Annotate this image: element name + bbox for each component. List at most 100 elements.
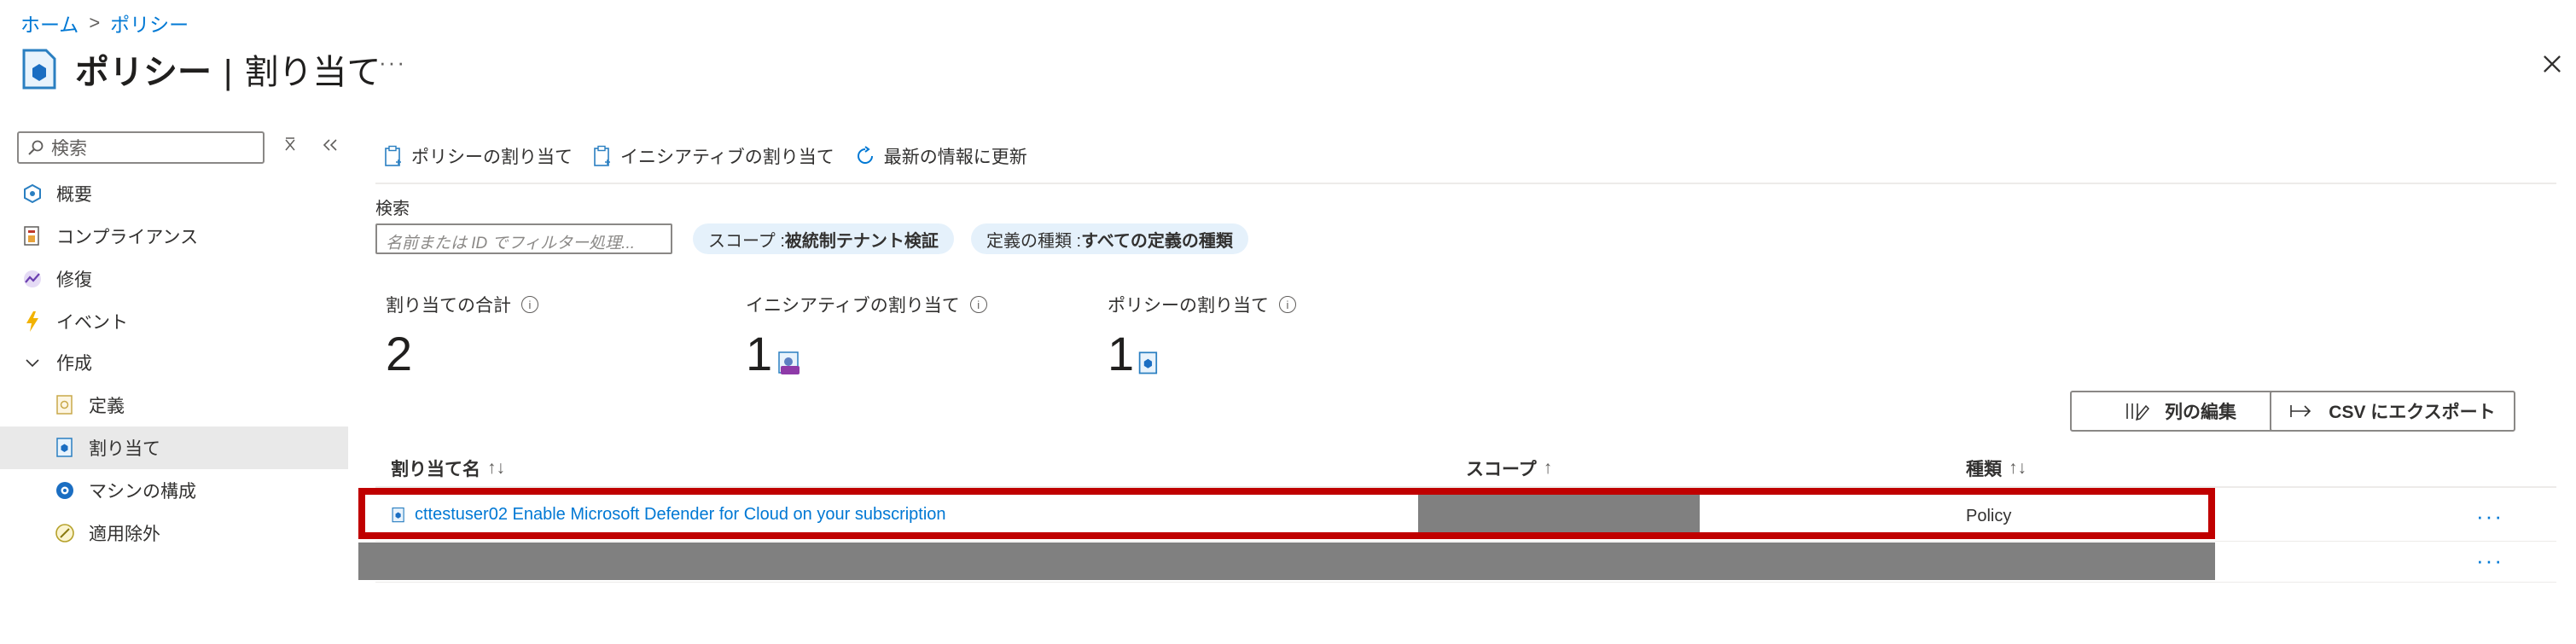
sidebar-item-compliance[interactable]: コンプライアンス	[0, 215, 348, 258]
initiative-icon	[778, 351, 800, 374]
stat-value-text: 2	[386, 327, 413, 380]
row-more-options-button[interactable]: ···	[2476, 503, 2503, 530]
sidebar-search-placeholder: 検索	[51, 139, 87, 159]
definition-type-filter-value: すべての定義の種類	[1081, 231, 1233, 251]
chevron-down-icon	[20, 351, 44, 374]
breadcrumb-policy-link[interactable]: ポリシー	[110, 9, 189, 38]
total-assignments-label: 割り当ての合計 i	[386, 292, 538, 317]
sidebar-item-overview[interactable]: 概要	[0, 172, 348, 215]
exemption-icon	[53, 521, 77, 545]
export-csv-button[interactable]: CSV にエクスポート	[2270, 391, 2515, 432]
sidebar-item-label: 割り当て	[89, 439, 160, 459]
sort-icon: ↑↓	[487, 458, 505, 478]
info-icon[interactable]: i	[969, 296, 987, 313]
assign-initiative-button[interactable]: イニシアティブの割り当て	[593, 143, 834, 169]
policy-document-icon	[22, 49, 56, 90]
sidebar-item-assignments[interactable]: 割り当て	[0, 426, 348, 469]
sidebar-item-machine-configuration[interactable]: マシンの構成	[0, 469, 348, 512]
definition-type-filter-key: 定義の種類 :	[986, 231, 1082, 251]
sidebar-item-label: マシンの構成	[89, 482, 196, 502]
export-arrow-icon	[2290, 405, 2311, 417]
sidebar-item-label: コンプライアンス	[56, 228, 199, 247]
sidebar-item-exemptions[interactable]: 適用除外	[0, 512, 348, 554]
sidebar-item-label: 概要	[56, 185, 92, 205]
overview-icon	[20, 182, 44, 206]
sidebar-item-events[interactable]: イベント	[0, 300, 348, 343]
page-title-subtitle: 割り当て	[244, 54, 381, 91]
search-icon	[28, 140, 44, 155]
clipboard-icon	[594, 145, 610, 166]
sidebar-item-label: 適用除外	[89, 525, 160, 544]
column-header-assignment-name[interactable]: 割り当て名 ↑↓	[391, 455, 505, 481]
info-icon[interactable]: i	[521, 296, 538, 313]
clear-filter-icon[interactable]	[282, 135, 299, 155]
edit-columns-icon	[2126, 403, 2149, 421]
policy-assignments-label: ポリシーの割り当て i	[1108, 292, 1296, 317]
assignment-name-text: cttestuser02 Enable Microsoft Defender f…	[415, 505, 946, 524]
sidebar-search-input[interactable]: 検索	[17, 131, 265, 164]
definition-type-filter-pill[interactable]: 定義の種類 : すべての定義の種類	[971, 223, 1248, 254]
info-icon[interactable]: i	[1279, 296, 1296, 313]
clipboard-icon	[385, 145, 401, 166]
sidebar-group-authoring[interactable]: 作成	[0, 341, 348, 384]
page-title: ポリシー | 割り当て	[75, 44, 381, 94]
policy-assignments-value: 1	[1108, 326, 1160, 381]
filter-label: 検索	[375, 200, 410, 218]
page-title-separator: |	[224, 54, 233, 91]
sidebar-item-label: 作成	[56, 354, 92, 374]
row-more-options-button[interactable]: ···	[2476, 548, 2503, 574]
breadcrumb-home-link[interactable]: ホーム	[20, 9, 79, 38]
sidebar-item-definitions[interactable]: 定義	[0, 384, 348, 426]
stat-label-text: 割り当ての合計	[386, 296, 511, 316]
sidebar-item-label: 修復	[56, 270, 92, 290]
toolbar-divider	[375, 183, 2556, 184]
machine-config-icon	[53, 479, 77, 502]
export-csv-label: CSV にエクスポート	[2329, 403, 2496, 422]
breadcrumb-separator: >	[89, 12, 101, 33]
stat-label-text: ポリシーの割り当て	[1108, 296, 1269, 316]
redacted-table-row	[358, 542, 2215, 580]
sidebar-item-label: イベント	[56, 313, 128, 333]
edit-columns-button[interactable]: 列の編集	[2070, 391, 2292, 432]
row-divider	[375, 541, 2556, 542]
collapse-sidebar-icon[interactable]	[321, 135, 340, 155]
breadcrumb: ホーム > ポリシー	[20, 9, 189, 38]
policy-icon	[392, 507, 404, 522]
definition-icon	[53, 393, 77, 417]
page-header: ポリシー | 割り当て	[20, 44, 381, 94]
stat-value-text: 1	[1108, 327, 1135, 380]
column-header-label: 割り当て名	[391, 460, 480, 479]
stat-value-text: 1	[746, 327, 773, 380]
refresh-button[interactable]: 最新の情報に更新	[855, 143, 1027, 169]
command-bar: ポリシーの割り当て イニシアティブの割り当て 最新の情報に更新	[384, 143, 1027, 169]
column-header-label: スコープ	[1466, 460, 1537, 479]
assign-initiative-label: イニシアティブの割り当て	[620, 148, 834, 167]
scope-filter-pill[interactable]: スコープ : 被統制テナント検証	[693, 223, 954, 254]
more-options-button[interactable]: ···	[379, 49, 406, 76]
sidebar-item-remediation[interactable]: 修復	[0, 258, 348, 300]
initiative-assignments-value: 1	[746, 326, 803, 381]
close-icon[interactable]	[2541, 53, 2563, 75]
scope-filter-value: 被統制テナント検証	[784, 231, 939, 251]
edit-columns-label: 列の編集	[2165, 403, 2236, 422]
lightning-icon	[20, 310, 44, 334]
assign-policy-button[interactable]: ポリシーの割り当て	[384, 143, 573, 169]
sidebar-item-label: 定義	[89, 397, 125, 416]
assign-policy-label: ポリシーの割り当て	[411, 148, 573, 167]
filter-name-input[interactable]: 名前または ID でフィルター処理...	[375, 223, 672, 254]
stat-label-text: イニシアティブの割り当て	[746, 296, 960, 316]
initiative-assignments-label: イニシアティブの割り当て i	[746, 292, 987, 317]
scope-filter-key: スコープ :	[708, 231, 785, 251]
sort-icon: ↑	[1543, 458, 1553, 478]
column-header-label: 種類	[1966, 460, 2002, 479]
policy-icon	[1138, 351, 1158, 374]
assignment-type-cell: Policy	[1966, 507, 2012, 525]
page-title-main: ポリシー	[75, 54, 212, 91]
refresh-label: 最新の情報に更新	[883, 148, 1027, 167]
row-divider	[375, 582, 2556, 583]
assignment-icon	[53, 436, 77, 460]
column-header-type[interactable]: 種類 ↑↓	[1966, 455, 2026, 481]
column-header-scope[interactable]: スコープ ↑	[1466, 455, 1552, 481]
compliance-icon	[20, 224, 44, 248]
assignment-name-link[interactable]: cttestuser02 Enable Microsoft Defender f…	[391, 505, 946, 525]
